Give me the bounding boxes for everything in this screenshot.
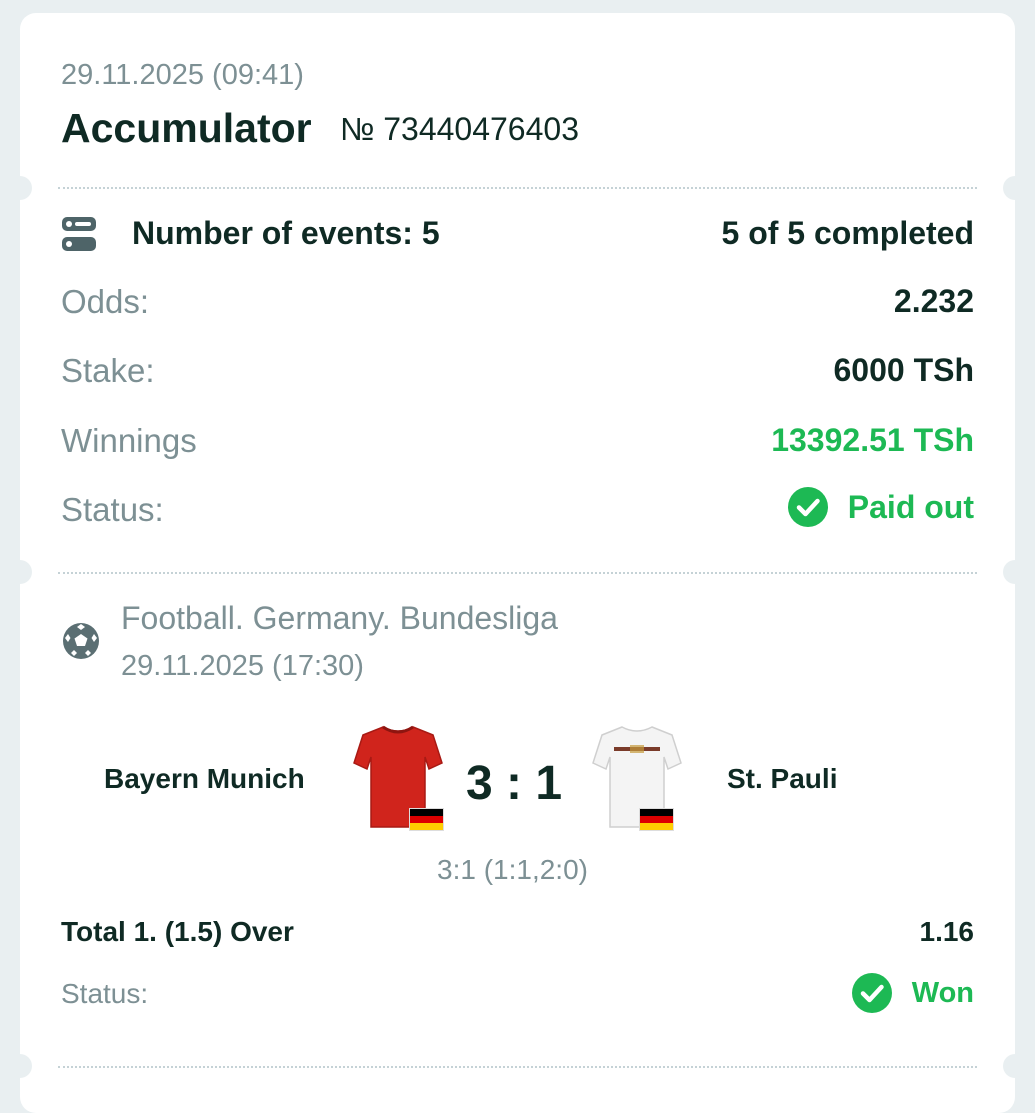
event-status-badge: Won bbox=[851, 973, 974, 1013]
ticket-notch bbox=[8, 176, 32, 200]
status-badge: Paid out bbox=[787, 487, 974, 527]
market-name: Total 1. (1.5) Over bbox=[61, 916, 294, 947]
ticket-separator bbox=[58, 1066, 977, 1068]
bet-datetime: 29.11.2025 (09:41) bbox=[61, 59, 304, 91]
odds-label: Odds: bbox=[61, 283, 150, 320]
winnings-label: Winnings bbox=[61, 422, 197, 459]
bet-type-title: Accumulator bbox=[61, 105, 312, 151]
events-count-label: Number of events: 5 bbox=[132, 215, 440, 251]
bet-number: № 73440476403 bbox=[340, 111, 579, 147]
ticket-separator bbox=[58, 187, 977, 189]
germany-flag-icon bbox=[639, 808, 674, 831]
ticket-notch bbox=[8, 560, 32, 584]
checkmark-circle-icon bbox=[787, 487, 828, 527]
stake-value: 6000 TSh bbox=[833, 352, 974, 388]
germany-flag-icon bbox=[409, 808, 444, 831]
checkmark-circle-icon bbox=[851, 973, 892, 1013]
event-status-label: Status: bbox=[61, 978, 149, 1009]
list-toggle-icon bbox=[61, 215, 97, 253]
status-label: Status: bbox=[61, 491, 164, 528]
winnings-value: 13392.51 TSh bbox=[771, 422, 974, 458]
match-score: 3 : 1 bbox=[466, 757, 563, 810]
ticket-notch bbox=[8, 1054, 32, 1078]
status-value: Paid out bbox=[847, 488, 974, 525]
ticket-separator bbox=[58, 572, 977, 574]
ticket-notch bbox=[1003, 560, 1027, 584]
event-datetime: 29.11.2025 (17:30) bbox=[121, 650, 364, 682]
home-team-name: Bayern Munich bbox=[104, 763, 305, 794]
football-icon bbox=[61, 621, 101, 661]
odds-value: 2.232 bbox=[893, 283, 974, 319]
away-team-name: St. Pauli bbox=[727, 763, 838, 794]
score-detail: 3:1 (1:1,2:0) bbox=[437, 854, 588, 885]
bet-ticket-card: 29.11.2025 (09:41) Accumulator № 7344047… bbox=[20, 13, 1015, 1113]
ticket-notch bbox=[1003, 176, 1027, 200]
ticket-notch bbox=[1003, 1054, 1027, 1078]
event-league: Football. Germany. Bundesliga bbox=[121, 600, 558, 636]
market-odds: 1.16 bbox=[919, 916, 975, 947]
event-status-value: Won bbox=[911, 976, 974, 1009]
stake-label: Stake: bbox=[61, 352, 155, 389]
events-completed: 5 of 5 completed bbox=[721, 215, 975, 251]
